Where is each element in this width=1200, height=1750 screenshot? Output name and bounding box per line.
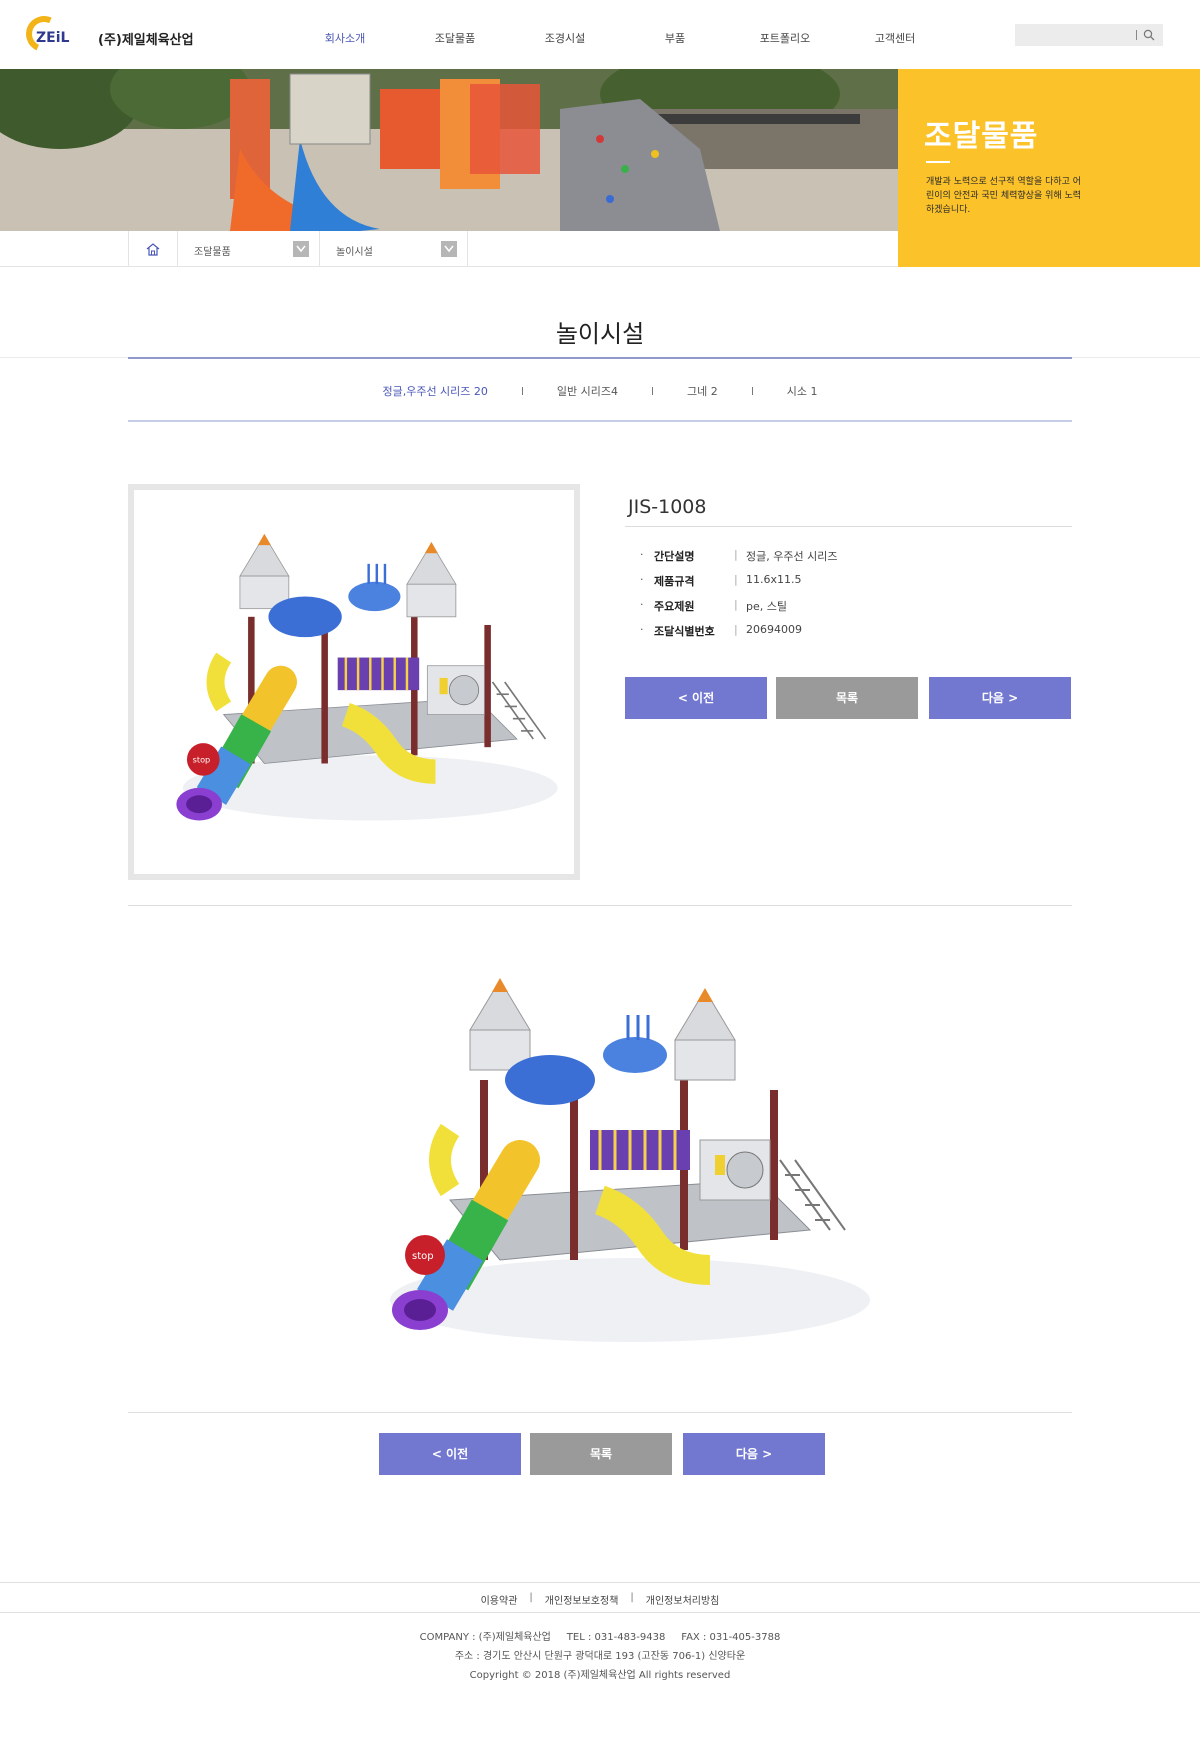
bullet-icon: · <box>640 598 644 611</box>
section-divider <box>128 1412 1072 1413</box>
logo-text: ZEiL <box>36 30 70 46</box>
spec-value: 정글, 우주선 시리즈 <box>746 550 838 563</box>
spec-value: 11.6x11.5 <box>746 573 802 586</box>
footer-address-line: 주소 : 경기도 안산시 단원구 광덕대로 193 (고잔동 706-1) 신양… <box>454 1651 746 1662</box>
tabs-underline <box>128 420 1072 422</box>
breadcrumb-home[interactable] <box>128 231 178 267</box>
bottom-prev-button[interactable]: < 이전 <box>379 1433 521 1475</box>
spec-row: · 간단설명 | 정글, 우주선 시리즈 <box>640 548 837 564</box>
stop-sign-text: stop <box>193 755 211 765</box>
spec-separator: | <box>734 548 738 561</box>
footer-info: COMPANY : (주)제일체육산업 TEL : 031-483-9438 F… <box>0 1628 1200 1685</box>
footer-link-terms[interactable]: 이용약관 <box>481 1592 518 1607</box>
bottom-next-button[interactable]: 다음 > <box>683 1433 825 1475</box>
home-icon <box>146 242 160 256</box>
section-divider <box>128 905 1072 906</box>
nav-item-parts[interactable]: 부품 <box>620 30 730 46</box>
footer-divider <box>0 1612 1200 1613</box>
bullet-icon: · <box>640 548 644 561</box>
spec-row: · 제품규격 | 11.6x11.5 <box>640 573 802 589</box>
category-tabs: 정글,우주선 시리즈 20 일반 시리즈4 그네 2 시소 1 <box>0 383 1200 399</box>
spec-row: · 주요제원 | pe, 스틸 <box>640 598 787 614</box>
banner-photo <box>0 69 898 231</box>
tab-jungle-spaceship[interactable]: 정글,우주선 시리즈 20 <box>348 383 521 399</box>
spec-key: 간단설명 <box>654 550 695 563</box>
footer-link-separator: | <box>630 1592 634 1603</box>
bottom-list-button[interactable]: 목록 <box>530 1433 672 1475</box>
nav-item-company[interactable]: 회사소개 <box>290 30 400 46</box>
search-input[interactable] <box>1015 24 1135 46</box>
breadcrumb-subcategory-label: 놀이시설 <box>336 247 373 258</box>
search-divider <box>1136 30 1137 40</box>
main-nav: 회사소개 조달물품 조경시설 부품 포트폴리오 고객센터 <box>290 30 950 46</box>
tab-seesaw[interactable]: 시소 1 <box>753 383 852 399</box>
playground-detail-image: stop <box>390 978 870 1342</box>
list-button[interactable]: 목록 <box>776 677 918 719</box>
footer-link-privacy-policy[interactable]: 개인정보보호정책 <box>545 1592 619 1607</box>
product-name-divider <box>625 526 1072 527</box>
footer-company-line: COMPANY : (주)제일체육산업 TEL : 031-483-9438 F… <box>419 1632 781 1643</box>
chevron-down-icon <box>441 241 457 257</box>
bullet-icon: · <box>640 623 644 636</box>
title-underline <box>128 357 1072 359</box>
breadcrumb-select-category[interactable]: 조달물품 <box>178 231 320 267</box>
spec-key: 주요제원 <box>654 600 695 613</box>
spec-key: 조달식별번호 <box>654 625 715 638</box>
stop-sign-text: stop <box>412 1251 434 1262</box>
footer-link-privacy-handling[interactable]: 개인정보처리방침 <box>646 1592 720 1607</box>
logo[interactable]: ZEiL (주)제일체육산업 <box>20 10 194 58</box>
spec-row: · 조달식별번호 | 20694009 <box>640 623 802 639</box>
banner-divider <box>926 161 950 163</box>
product-code: JIS-1008 <box>628 496 707 518</box>
bullet-icon: · <box>640 573 644 586</box>
spec-key: 제품규격 <box>654 575 695 588</box>
product-thumbnail: stop <box>128 484 580 880</box>
banner-title: 조달물품 <box>924 119 1039 154</box>
breadcrumb-select-subcategory[interactable]: 놀이시설 <box>320 231 468 267</box>
prev-button[interactable]: < 이전 <box>625 677 767 719</box>
footer-divider <box>0 1582 1200 1583</box>
banner-info-panel: 조달물품 개발과 노력으로 선구적 역할을 다하고 어린이의 안전과 국민 체력… <box>898 69 1200 267</box>
breadcrumb: 조달물품 놀이시설 <box>0 231 898 267</box>
nav-item-support[interactable]: 고객센터 <box>840 30 950 46</box>
tab-swing[interactable]: 그네 2 <box>653 383 752 399</box>
nav-item-procurement[interactable]: 조달물품 <box>400 30 510 46</box>
footer-link-separator: | <box>529 1592 533 1603</box>
logo-mark: ZEiL <box>20 10 70 58</box>
spec-separator: | <box>734 573 738 586</box>
spec-separator: | <box>734 598 738 611</box>
banner-description: 개발과 노력으로 선구적 역할을 다하고 어린이의 안전과 국민 체력향상을 위… <box>926 177 1082 215</box>
next-button[interactable]: 다음 > <box>929 677 1071 719</box>
chevron-down-icon <box>293 241 309 257</box>
search-box <box>1015 24 1163 46</box>
company-name: (주)제일체육산업 <box>98 32 194 48</box>
tab-general[interactable]: 일반 시리즈4 <box>523 383 652 399</box>
site-header: ZEiL (주)제일체육산업 회사소개 조달물품 조경시설 부품 포트폴리오 고… <box>0 0 1200 69</box>
nav-item-landscape[interactable]: 조경시설 <box>510 30 620 46</box>
spec-separator: | <box>734 623 738 636</box>
playground-photo-image <box>0 69 898 231</box>
spec-value: 20694009 <box>746 623 802 636</box>
footer-copyright: Copyright © 2018 (주)제일체육산업 All rights re… <box>469 1670 731 1681</box>
spec-value: pe, 스틸 <box>746 600 787 613</box>
footer-links: 이용약관 | 개인정보보호정책 | 개인정보처리방침 <box>0 1592 1200 1607</box>
search-icon[interactable] <box>1143 29 1155 41</box>
nav-item-portfolio[interactable]: 포트폴리오 <box>730 30 840 46</box>
page-title: 놀이시설 <box>555 320 645 348</box>
breadcrumb-category-label: 조달물품 <box>194 247 231 258</box>
playground-product-image: stop <box>176 533 558 821</box>
